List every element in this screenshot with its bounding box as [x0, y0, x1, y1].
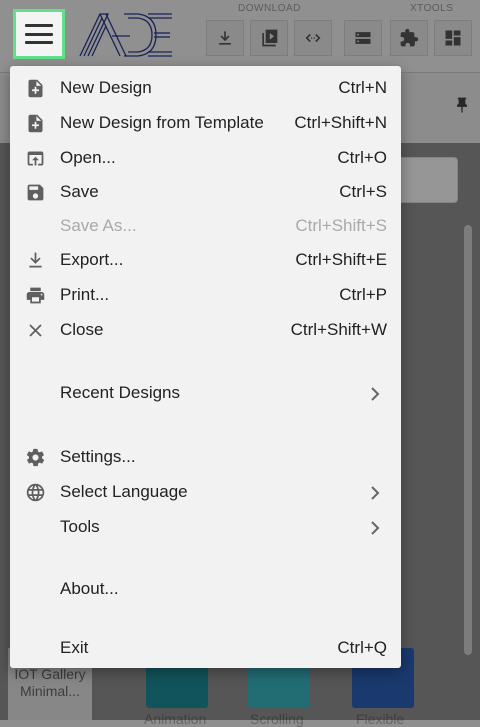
main-menu: New Design Ctrl+N New Design from Templa…	[10, 66, 401, 668]
close-icon	[24, 319, 46, 341]
download-icon	[24, 249, 46, 271]
menu-item-label: New Design	[60, 78, 152, 97]
chevron-right-icon	[369, 485, 381, 500]
menu-item-shortcut: Ctrl+Shift+E	[295, 250, 387, 269]
menu-item-shortcut: Ctrl+P	[339, 285, 387, 304]
menu-item-export[interactable]: Export... Ctrl+Shift+E	[10, 243, 401, 277]
menu-item-label: Save	[60, 182, 99, 201]
menu-item-close[interactable]: Close Ctrl+Shift+W	[10, 313, 401, 347]
menu-item-settings[interactable]: Settings...	[10, 440, 401, 474]
menu-item-save[interactable]: Save Ctrl+S	[10, 175, 401, 209]
menu-item-label: Export...	[60, 250, 124, 269]
save-icon	[24, 181, 46, 203]
menu-item-label: Select Language	[60, 482, 188, 501]
menu-item-new-design-from-template[interactable]: New Design from Template Ctrl+Shift+N	[10, 106, 401, 140]
menu-item-label: About...	[60, 579, 119, 598]
menu-item-tools[interactable]: Tools	[10, 510, 401, 544]
menu-item-save-as: Save As... Ctrl+Shift+S	[10, 209, 401, 243]
menu-item-label: Open...	[60, 148, 116, 167]
menu-item-label: Exit	[60, 638, 89, 657]
menu-item-new-design[interactable]: New Design Ctrl+N	[10, 71, 401, 105]
chevron-right-icon	[369, 386, 381, 401]
chevron-right-icon	[369, 520, 381, 535]
main-menu-button[interactable]	[13, 9, 65, 59]
menu-item-shortcut: Ctrl+Shift+N	[294, 113, 387, 132]
print-icon	[24, 284, 46, 306]
open-icon	[24, 147, 46, 169]
menu-item-label: New Design from Template	[60, 113, 264, 132]
globe-icon	[24, 481, 46, 503]
hamburger-icon	[25, 24, 53, 44]
menu-item-open[interactable]: Open... Ctrl+O	[10, 141, 401, 175]
menu-item-shortcut: Ctrl+Shift+S	[295, 216, 387, 235]
new-file-icon	[24, 77, 46, 99]
menu-item-exit[interactable]: Exit Ctrl+Q	[10, 631, 401, 665]
menu-item-shortcut: Ctrl+Shift+W	[290, 320, 387, 339]
menu-item-shortcut: Ctrl+N	[338, 78, 387, 97]
menu-item-shortcut: Ctrl+S	[339, 182, 387, 201]
menu-item-recent-designs[interactable]: Recent Designs	[10, 376, 401, 410]
menu-item-label: Print...	[60, 285, 110, 304]
menu-item-print[interactable]: Print... Ctrl+P	[10, 278, 401, 312]
menu-item-shortcut: Ctrl+O	[337, 148, 387, 167]
gear-icon	[24, 446, 46, 468]
menu-item-shortcut: Ctrl+Q	[337, 638, 387, 657]
new-template-icon	[24, 112, 46, 134]
menu-item-label: Recent Designs	[60, 383, 181, 402]
menu-item-label: Tools	[60, 517, 100, 536]
menu-item-label: Settings...	[60, 447, 136, 466]
menu-item-label: Close	[60, 320, 104, 339]
menu-item-label: Save As...	[60, 216, 137, 235]
menu-item-select-language[interactable]: Select Language	[10, 475, 401, 509]
menu-item-about[interactable]: About...	[10, 572, 401, 606]
